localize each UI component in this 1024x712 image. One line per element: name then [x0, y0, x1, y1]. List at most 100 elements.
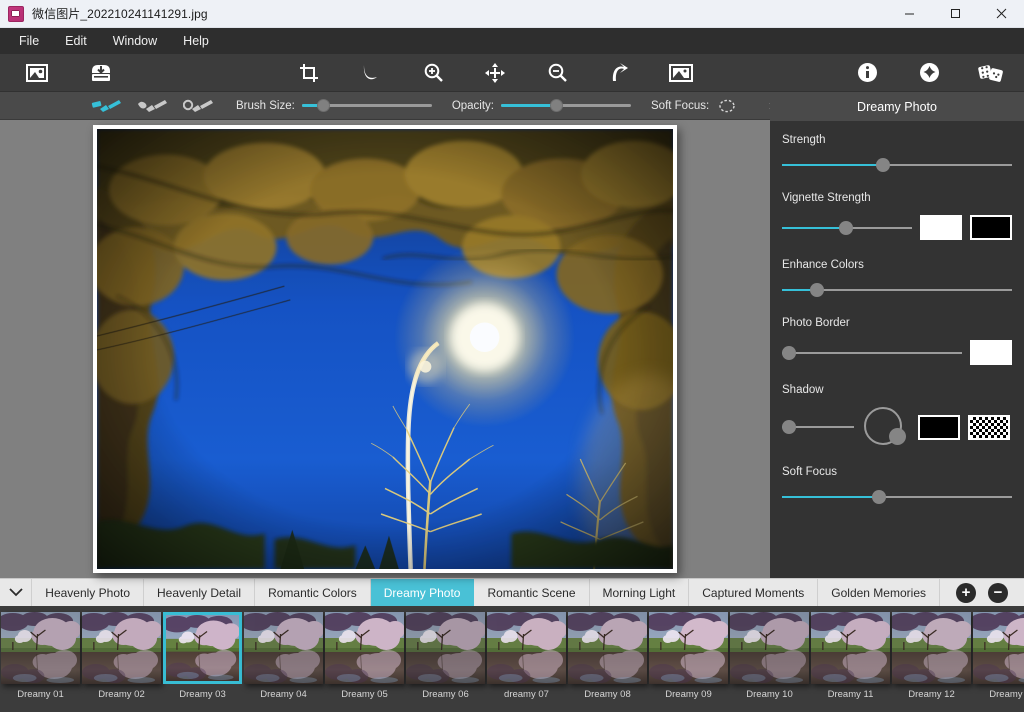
soft-focus-knob[interactable] — [871, 490, 886, 504]
preset-thumbnail[interactable]: dreamy 07 — [486, 612, 567, 700]
preset-thumbnail-image[interactable] — [82, 612, 161, 684]
tab-morning-light[interactable]: Morning Light — [589, 579, 690, 606]
vignette-strength-label: Vignette Strength — [782, 192, 871, 204]
preset-thumbnail-image[interactable] — [730, 612, 809, 684]
preset-thumbnail[interactable]: Dreamy 01 — [0, 612, 81, 700]
menu-help[interactable]: Help — [170, 30, 222, 52]
brush-size-knob[interactable] — [317, 99, 331, 112]
preset-thumbnail[interactable]: Dreamy 08 — [567, 612, 648, 700]
vignette-slider[interactable] — [782, 220, 912, 236]
vignette-color-black[interactable] — [970, 215, 1012, 240]
crop-icon[interactable] — [290, 58, 328, 88]
effect-controls: Strength Vignette Strength Enhance Color… — [770, 120, 1024, 524]
preset-thumbnail-strip[interactable]: Dreamy 01 Dreamy 02 Dreamy 03 Dreamy 04 … — [0, 606, 1024, 712]
preset-thumbnail[interactable]: Dreamy 13 — [972, 612, 1024, 700]
info-icon[interactable] — [848, 58, 886, 88]
preset-thumbnail-image[interactable] — [811, 612, 890, 684]
preset-thumbnail[interactable]: Dreamy 10 — [729, 612, 810, 700]
workspace: Strength Vignette Strength Enhance Color… — [0, 92, 1024, 578]
thumbnail-preview — [406, 612, 485, 684]
preset-thumbnail-label: Dreamy 03 — [179, 689, 226, 700]
preset-thumbnail[interactable]: Dreamy 12 — [891, 612, 972, 700]
preset-thumbnail[interactable]: Dreamy 03 — [162, 612, 243, 700]
tab-collapse-chevron-icon[interactable] — [0, 579, 33, 606]
add-preset-button[interactable]: + — [956, 582, 976, 603]
preset-thumbnail-image[interactable] — [244, 612, 323, 684]
preset-thumbnail-image[interactable] — [163, 612, 242, 684]
tab-captured-moments[interactable]: Captured Moments — [689, 579, 819, 606]
preset-thumbnail[interactable]: Dreamy 04 — [243, 612, 324, 700]
tab-heavenly-photo[interactable]: Heavenly Photo — [32, 579, 145, 606]
soft-focus-panel-label: Soft Focus — [782, 466, 837, 478]
strength-knob[interactable] — [876, 158, 891, 172]
preset-thumbnail-image[interactable] — [325, 612, 404, 684]
preset-thumbnail-image[interactable] — [1, 612, 80, 684]
preset-thumbnail-image[interactable] — [406, 612, 485, 684]
control-photo-border: Photo Border — [782, 317, 1012, 365]
preset-thumbnail-image[interactable] — [649, 612, 728, 684]
preset-thumbnail[interactable]: Dreamy 02 — [81, 612, 162, 700]
curve-icon[interactable] — [352, 58, 390, 88]
shadow-knob[interactable] — [782, 420, 796, 434]
move-icon[interactable] — [476, 58, 514, 88]
shadow-color-transparent[interactable] — [968, 414, 1010, 440]
vignette-color-white[interactable] — [920, 215, 962, 240]
photo-border-color-white[interactable] — [970, 340, 1012, 365]
enhance-colors-slider[interactable] — [782, 282, 1012, 298]
settings-icon[interactable] — [910, 58, 948, 88]
brush-size-label: Brush Size: — [236, 99, 295, 112]
tab-romantic-colors[interactable]: Romantic Colors — [255, 579, 371, 606]
minimize-button[interactable] — [886, 0, 932, 28]
shadow-dial-knob[interactable] — [889, 428, 906, 445]
random-icon[interactable] — [972, 58, 1010, 88]
opacity-knob[interactable] — [550, 99, 564, 112]
brush-size-slider[interactable] — [301, 98, 432, 114]
dashed-circle-icon[interactable] — [716, 97, 738, 115]
preset-thumbnail-label: Dreamy 10 — [746, 689, 793, 700]
preset-thumbnail[interactable]: Dreamy 09 — [648, 612, 729, 700]
thumbnail-preview — [325, 612, 404, 684]
enhance-colors-knob[interactable] — [809, 283, 824, 297]
strength-slider[interactable] — [782, 157, 1012, 173]
redo-icon[interactable] — [600, 58, 638, 88]
shadow-angle-dial[interactable] — [864, 407, 906, 447]
brush-erase-tool[interactable] — [136, 96, 170, 116]
open-image-icon[interactable] — [18, 58, 56, 88]
preset-thumbnail[interactable]: Dreamy 11 — [810, 612, 891, 700]
tab-romantic-scene[interactable]: Romantic Scene — [474, 579, 590, 606]
shadow-slider[interactable] — [782, 419, 854, 435]
maximize-button[interactable] — [932, 0, 978, 28]
opacity-slider[interactable] — [501, 98, 631, 114]
tab-dreamy-photo[interactable]: Dreamy Photo — [370, 579, 475, 606]
zoom-in-icon[interactable] — [414, 58, 452, 88]
vignette-fill — [782, 226, 845, 229]
menu-edit[interactable]: Edit — [52, 30, 100, 52]
effect-tab-bar: Heavenly Photo Heavenly Detail Romantic … — [0, 578, 1024, 606]
soft-focus-slider[interactable] — [782, 489, 1012, 505]
control-vignette-strength: Vignette Strength — [782, 192, 1012, 240]
vignette-knob[interactable] — [839, 220, 854, 235]
photo-frame — [93, 125, 677, 573]
edited-photo[interactable] — [97, 129, 673, 569]
fit-image-icon[interactable] — [662, 58, 700, 88]
preset-thumbnail-image[interactable] — [892, 612, 971, 684]
shadow-color-black[interactable] — [918, 414, 960, 440]
menu-file[interactable]: File — [6, 30, 52, 52]
close-button[interactable] — [978, 0, 1024, 28]
remove-preset-button[interactable]: − — [988, 582, 1008, 603]
tab-heavenly-detail[interactable]: Heavenly Detail — [144, 579, 256, 606]
preset-thumbnail[interactable]: Dreamy 06 — [405, 612, 486, 700]
brush-smudge-tool[interactable] — [182, 96, 216, 116]
photo-border-knob[interactable] — [782, 345, 796, 360]
menu-window[interactable]: Window — [100, 30, 170, 52]
preset-thumbnail-image[interactable] — [487, 612, 566, 684]
canvas-area[interactable] — [0, 120, 770, 578]
photo-border-slider[interactable] — [782, 345, 962, 361]
preset-thumbnail-image[interactable] — [568, 612, 647, 684]
preset-thumbnail[interactable]: Dreamy 05 — [324, 612, 405, 700]
save-image-icon[interactable] — [82, 58, 120, 88]
preset-thumbnail-image[interactable] — [973, 612, 1024, 684]
zoom-out-icon[interactable] — [538, 58, 576, 88]
brush-paint-tool[interactable] — [90, 96, 124, 116]
tab-golden-memories[interactable]: Golden Memories — [818, 579, 940, 606]
